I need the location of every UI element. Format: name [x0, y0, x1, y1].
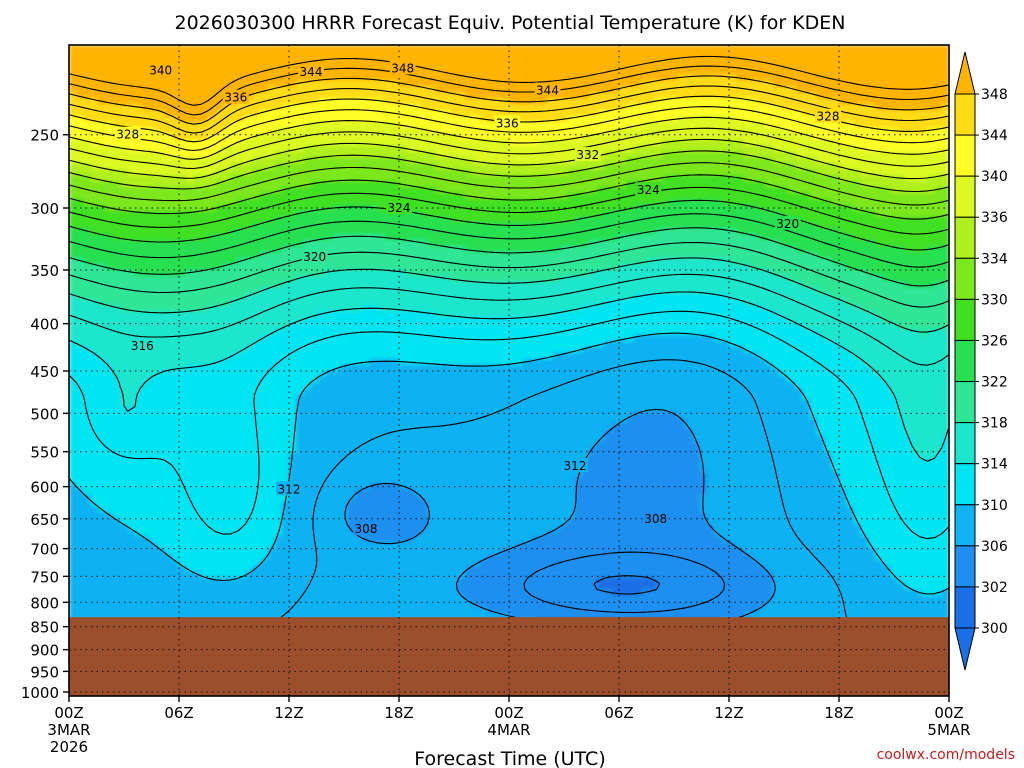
- colorbar-label: 310: [981, 498, 1008, 514]
- colorbar-label: 340: [981, 169, 1008, 185]
- plot-area: [69, 45, 949, 696]
- contour-label: 328: [817, 110, 840, 124]
- chart-title: 2026030300 HRRR Forecast Equiv. Potentia…: [175, 12, 846, 34]
- colorbar-label: 314: [981, 457, 1008, 473]
- y-tick-label: 650: [30, 511, 59, 529]
- colorbar-segment: [954, 216, 976, 259]
- contour-label: 332: [576, 148, 599, 162]
- y-tick-label: 850: [30, 619, 59, 637]
- y-tick-label: 450: [30, 363, 59, 381]
- x-tick-label: 2026: [50, 738, 88, 756]
- colorbar-segment: [954, 463, 976, 506]
- colorbar-arrow-top: [954, 51, 976, 95]
- colorbar-segment: [954, 257, 976, 300]
- colorbar-label: 302: [981, 580, 1008, 596]
- credit: coolwx.com/models: [877, 747, 1015, 763]
- x-axis-label: Forecast Time (UTC): [414, 748, 605, 768]
- y-axis: 250 300 350 400 450 500 550 600 650 700 750 800 850 9…: [21, 127, 69, 702]
- colorbar-segment: [954, 339, 976, 383]
- colorbar-segment: [954, 504, 976, 547]
- y-tick-label: 250: [30, 127, 59, 145]
- contour-label: 348: [391, 61, 414, 75]
- contour-label: 336: [496, 116, 519, 130]
- contour-label: 328: [116, 128, 139, 142]
- x-tick-label: 06Z: [164, 704, 193, 722]
- colorbar-segment: [954, 93, 976, 136]
- contour-label: 344: [536, 84, 559, 98]
- y-tick-label: 600: [30, 479, 59, 497]
- contour-label: 308: [355, 522, 378, 536]
- colorbar-segment: [954, 381, 976, 424]
- colorbar-segment: [954, 298, 976, 341]
- contour-label: 312: [564, 459, 587, 473]
- colorbar-label: 326: [981, 333, 1008, 349]
- contour-label: 308: [644, 512, 667, 526]
- contour-label: 336: [224, 91, 247, 105]
- contour-label: 320: [303, 250, 326, 264]
- x-tick-label: 18Z: [824, 704, 853, 722]
- colorbar-segment: [954, 422, 976, 465]
- contour-label: 340: [149, 63, 172, 77]
- colorbar-label: 318: [981, 416, 1008, 432]
- contour-label: 324: [388, 201, 411, 215]
- colorbar-segment: [954, 134, 976, 177]
- x-tick-label: 06Z: [604, 704, 633, 722]
- colorbar-segment: [954, 545, 976, 588]
- contour-label: 312: [278, 482, 301, 496]
- chart: 2026030300 HRRR Forecast Equiv. Potentia…: [21, 12, 1015, 768]
- colorbar-label: 306: [981, 539, 1008, 555]
- colorbar-label: 336: [981, 210, 1008, 226]
- x-tick-label: 12Z: [274, 704, 303, 722]
- contour-label: 344: [300, 65, 323, 79]
- colorbar-label: 322: [981, 375, 1008, 391]
- y-tick-label: 950: [30, 663, 59, 681]
- y-tick-label: 750: [30, 568, 59, 586]
- y-tick-label: 900: [30, 642, 59, 660]
- colorbar-label: 330: [981, 292, 1008, 308]
- x-tick-label: 3MAR: [47, 721, 90, 739]
- contour-label: 320: [776, 217, 799, 231]
- colorbar-label: 334: [981, 251, 1008, 267]
- colorbar-label: 348: [981, 87, 1008, 103]
- y-tick-label: 550: [30, 444, 59, 462]
- contour-label: 324: [637, 183, 660, 197]
- x-tick-label: 5MAR: [927, 721, 970, 739]
- colorbar-segment: [954, 586, 976, 629]
- y-tick-label: 1000: [21, 684, 59, 702]
- x-axis: 00Z3MAR202606Z 12Z 18Z 00Z4MAR06Z 12Z 18Z 00Z5…: [47, 696, 971, 756]
- y-tick-label: 400: [30, 316, 59, 334]
- colorbar-segment: [954, 175, 976, 218]
- colorbar-label: 344: [981, 128, 1008, 144]
- y-tick-label: 500: [30, 405, 59, 423]
- colorbar: 348 344 340 336 334 330 326 322 318 314 310 306 302 3…: [954, 51, 1008, 671]
- x-tick-label: 00Z: [54, 704, 83, 722]
- x-tick-label: 00Z: [494, 704, 523, 722]
- y-tick-label: 300: [30, 200, 59, 218]
- contour-label: 316: [131, 339, 154, 353]
- y-tick-label: 700: [30, 541, 59, 559]
- colorbar-arrow-bottom: [954, 627, 976, 671]
- x-tick-label: 18Z: [384, 704, 413, 722]
- x-tick-label: 00Z: [934, 704, 963, 722]
- x-tick-label: 4MAR: [487, 721, 530, 739]
- colorbar-label: 300: [981, 621, 1008, 637]
- y-tick-label: 800: [30, 594, 59, 612]
- x-tick-label: 12Z: [714, 704, 743, 722]
- y-tick-label: 350: [30, 262, 59, 280]
